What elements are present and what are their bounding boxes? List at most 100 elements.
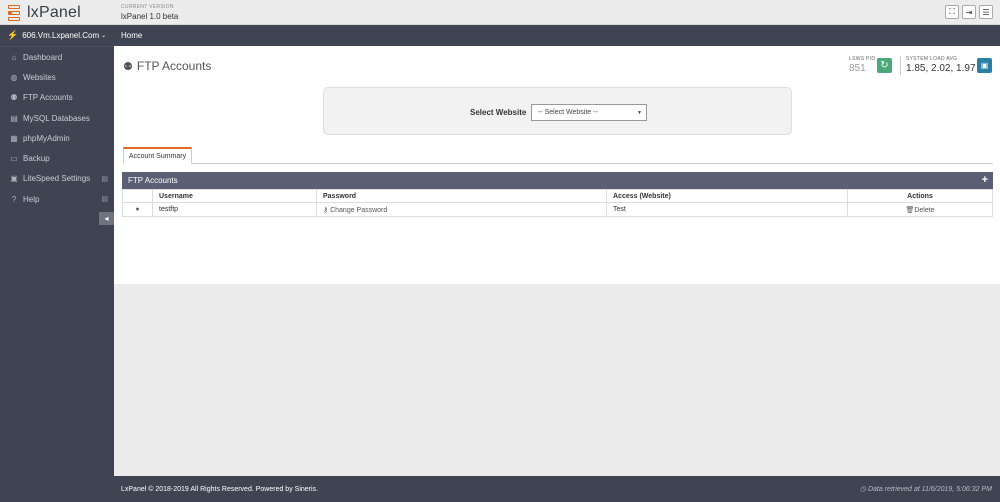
menu-button[interactable]: ☰	[979, 5, 993, 19]
column-header-username: Username	[152, 189, 317, 203]
system-load-button[interactable]: ▣	[977, 58, 992, 73]
restart-lsws-button[interactable]: ↻	[877, 58, 892, 73]
home-icon: ⌂	[11, 52, 17, 62]
system-load-label: SYSTEM LOAD AVG	[906, 56, 958, 62]
breadcrumb: Home	[114, 25, 1000, 46]
panel-header: FTP Accounts +	[122, 172, 993, 189]
ftp-accounts-table: Username Password Access (Website) Actio…	[122, 189, 993, 217]
version-label: CURRENT VERSION	[121, 4, 174, 10]
image-icon: ▣	[980, 61, 989, 70]
refresh-icon: ↻	[880, 60, 889, 71]
page-title-text: FTP Accounts	[136, 59, 212, 73]
sidebar-collapse-button[interactable]: ◂	[99, 212, 114, 225]
sidebar-item-label: phpMyAdmin	[23, 133, 70, 143]
version-info: CURRENT VERSION lxPanel 1.0 beta	[121, 4, 178, 21]
trash-icon: 🗑	[905, 206, 915, 214]
database-icon: ▤	[10, 113, 18, 123]
divider	[900, 56, 901, 75]
logout-icon: ⇥	[965, 7, 973, 17]
sidebar-item-label: LiteSpeed Settings	[23, 174, 91, 184]
caret-down-icon: ▼	[637, 109, 642, 116]
table-header-row: Username Password Access (Website) Actio…	[122, 189, 993, 203]
server-selector[interactable]: ⚡ 606.Vm.Lxpanel.Com ⌄	[0, 25, 114, 47]
access-cell: Test	[606, 202, 848, 217]
sidebar-item-backup[interactable]: ▭ Backup	[0, 148, 114, 168]
tab-label: Account Summary	[128, 152, 187, 160]
delete-button[interactable]: 🗑Delete	[905, 207, 934, 214]
tab-account-summary[interactable]: Account Summary	[123, 147, 192, 164]
app-logo[interactable]: lxPanel	[8, 3, 81, 23]
sidebar-item-dashboard[interactable]: ⌂ Dashboard	[0, 47, 114, 67]
column-header-icon	[122, 189, 153, 203]
tab-bar: Account Summary	[123, 147, 993, 164]
breadcrumb-home[interactable]: Home	[121, 31, 142, 40]
server-name: 606.Vm.Lxpanel.Com	[22, 31, 100, 40]
users-icon: ⚉	[123, 60, 133, 73]
sidebar-item-mysql-databases[interactable]: ▤ MySQL Databases	[0, 108, 114, 128]
panel-title: FTP Accounts	[128, 176, 178, 185]
sidebar-nav: ⌂ Dashboard ◍ Websites ⚉ FTP Accounts ▤ …	[0, 47, 114, 209]
sidebar-item-label: FTP Accounts	[23, 93, 73, 103]
clock-icon: ◷	[859, 486, 868, 493]
top-bar: lxPanel CURRENT VERSION lxPanel 1.0 beta…	[0, 0, 1000, 25]
sidebar-item-label: Websites	[23, 72, 56, 82]
select-website-dropdown[interactable]: -- Select Website -- ▼	[531, 104, 647, 121]
column-header-access: Access (Website)	[606, 189, 848, 203]
system-load: SYSTEM LOAD AVG 1.85, 2.02, 1.97	[906, 56, 976, 74]
globe-icon: ◍	[10, 72, 18, 82]
sidebar-item-label: Help	[23, 194, 40, 204]
footer: LxPanel © 2018-2019 All Rights Reserved.…	[114, 476, 1000, 502]
system-load-value: 1.85, 2.02, 1.97	[906, 63, 976, 74]
backup-icon: ▭	[10, 154, 18, 164]
page-title: ⚉ FTP Accounts	[123, 59, 211, 73]
sidebar-item-phpmyadmin[interactable]: ▦ phpMyAdmin	[0, 128, 114, 148]
lsws-pid-label: LSWS PID	[849, 56, 876, 62]
change-password-label: Change Password	[330, 206, 388, 214]
sidebar-item-litespeed-settings[interactable]: ▣ LiteSpeed Settings ▤	[0, 169, 114, 189]
select-website-label: Select Website	[470, 108, 527, 117]
sidebar-item-websites[interactable]: ◍ Websites	[0, 67, 114, 87]
table-row: ● testftp ⚷ Change Password Test 🗑Delete	[122, 202, 993, 217]
footer-retrieved: ◷ Data retrieved at 11/6/2019, 5:06:32 P…	[860, 485, 992, 493]
sidebar-item-label: MySQL Databases	[23, 113, 90, 123]
users-icon: ⚉	[10, 93, 18, 103]
select-website-panel: Select Website -- Select Website -- ▼	[323, 87, 792, 135]
expand-icon: ▤	[101, 196, 108, 204]
logo-icon	[8, 5, 24, 21]
lsws-pid-value: 851	[849, 63, 866, 74]
sidebar-item-ftp-accounts[interactable]: ⚉ FTP Accounts	[0, 88, 114, 108]
column-header-actions: Actions	[847, 189, 993, 203]
column-header-password: Password	[316, 189, 607, 203]
sidebar-item-label: Dashboard	[23, 52, 63, 62]
footer-copyright: LxPanel © 2018-2019 All Rights Reserved.…	[121, 485, 318, 493]
select-website-value: -- Select Website --	[538, 109, 598, 116]
main-content: ⚉ FTP Accounts LSWS PID 851 ↻ SYSTEM LOA…	[114, 46, 1000, 284]
delete-label: Delete	[914, 206, 935, 214]
logo-text: lxPanel	[27, 4, 81, 21]
sidebar-item-help[interactable]: ? Help ▤	[0, 189, 114, 209]
username-cell: testftp	[152, 202, 317, 217]
sidebar: ⚡ 606.Vm.Lxpanel.Com ⌄ ⌂ Dashboard ◍ Web…	[0, 25, 114, 502]
help-icon: ?	[11, 194, 17, 204]
version-value: lxPanel 1.0 beta	[121, 12, 179, 21]
logout-button[interactable]: ⇥	[962, 5, 976, 19]
expand-icon: ▤	[101, 175, 108, 183]
server-icon: ⚡	[7, 30, 19, 40]
user-icon: ●	[122, 202, 153, 217]
ftp-accounts-panel: FTP Accounts + Username Password Access …	[122, 172, 993, 217]
actions-cell: 🗑Delete	[847, 202, 993, 217]
menu-icon: ☰	[982, 7, 990, 17]
lsws-pid: LSWS PID 851	[849, 56, 875, 74]
settings-icon: ▣	[10, 174, 18, 184]
password-cell: ⚷ Change Password	[316, 202, 607, 217]
table-icon: ▦	[10, 133, 18, 143]
collapse-left-icon: ◂	[104, 214, 109, 223]
chevron-down-icon: ⌄	[101, 33, 107, 39]
add-ftp-account-button[interactable]: +	[982, 174, 988, 186]
footer-retrieved-text: Data retrieved at 11/6/2019, 5:06:32 PM	[867, 486, 992, 493]
content-background	[114, 284, 1000, 476]
change-password-link[interactable]: ⚷ Change Password	[323, 207, 387, 214]
fullscreen-button[interactable]: ⛶	[945, 5, 959, 19]
top-actions: ⛶ ⇥ ☰	[945, 5, 993, 19]
sidebar-item-label: Backup	[23, 154, 50, 164]
